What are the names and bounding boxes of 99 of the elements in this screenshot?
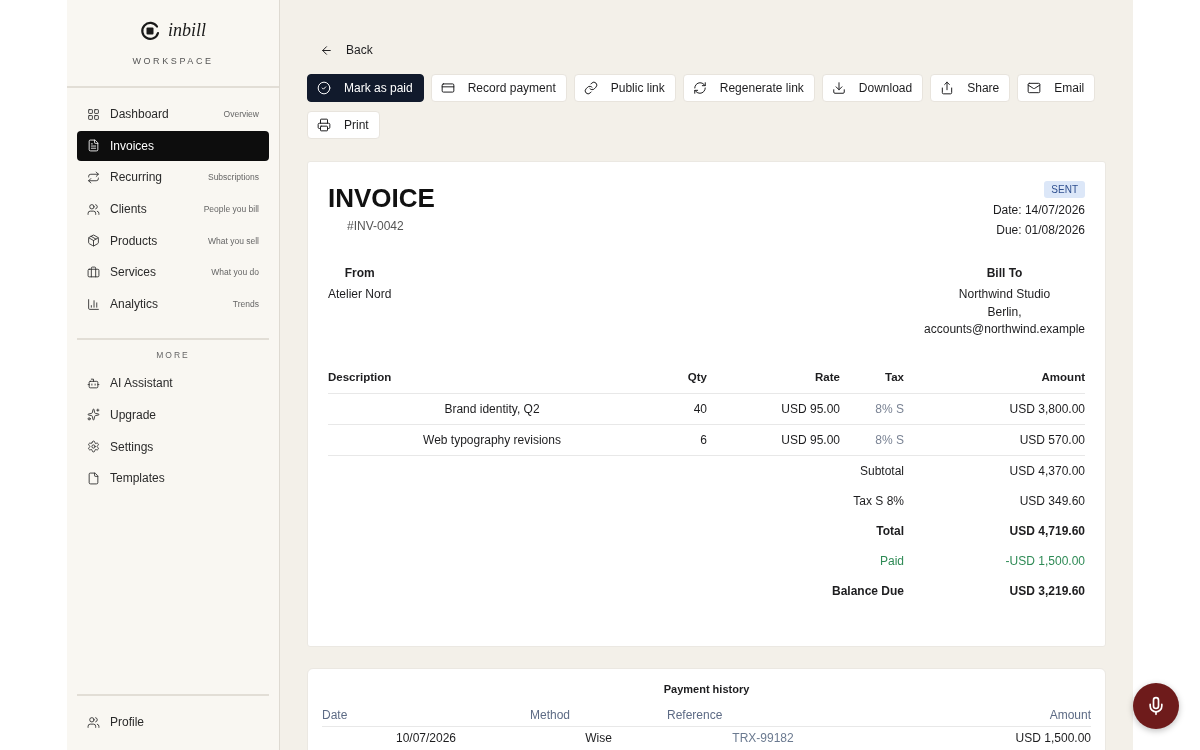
column-header: Description <box>328 361 656 394</box>
sidebar-item[interactable]: Settings <box>77 431 269 462</box>
invoice-date: Date: 14/07/2026 <box>992 203 1085 218</box>
party-heading: From <box>344 266 375 280</box>
nav-hint: What you sell <box>207 235 259 246</box>
action-button[interactable]: Mark as paid <box>307 74 424 102</box>
action-button[interactable]: Print <box>307 111 380 139</box>
sidebar-item[interactable]: Profile <box>77 707 269 737</box>
arrow-left-icon <box>320 43 333 57</box>
people-icon <box>87 202 100 216</box>
column-header: Reference <box>667 703 859 727</box>
sidebar-item[interactable]: Clients People you bill <box>77 194 269 225</box>
action-button[interactable]: Email <box>1017 74 1096 102</box>
due-date: Due: 01/08/2026 <box>996 223 1085 238</box>
summary-value: USD 3,219.60 <box>1008 582 1085 600</box>
sidebar-item[interactable]: Recurring Subscriptions <box>77 162 269 193</box>
summary-label: Paid <box>878 552 904 570</box>
briefcase-icon <box>87 265 100 279</box>
summary-value: USD 4,719.60 <box>1008 522 1085 540</box>
table-cell: USD 95.00 <box>707 393 840 425</box>
share-icon <box>940 81 955 95</box>
grid-icon <box>87 107 100 121</box>
invoice-number: #INV-0042 <box>347 219 405 233</box>
section-heading: MORE <box>155 350 191 361</box>
action-button[interactable]: Public link <box>573 74 676 102</box>
nav-hint: What you do <box>211 267 259 278</box>
column-header: Rate <box>707 361 840 394</box>
table-cell: Web typography revisions <box>328 424 656 456</box>
check-circle-icon <box>317 81 331 95</box>
sparkles-icon <box>87 408 100 422</box>
column-header: Qty <box>656 361 707 394</box>
action-button[interactable]: Download <box>821 74 924 102</box>
sidebar-item[interactable]: Invoices <box>77 130 269 161</box>
table-cell: 8% S <box>840 424 904 456</box>
sidebar-item[interactable]: Services What you do <box>77 257 269 288</box>
column-header: Amount <box>859 703 1091 727</box>
table-cell: USD 570.00 <box>904 424 1085 456</box>
table-cell: Brand identity, Q2 <box>328 393 656 425</box>
table-cell: 40 <box>656 393 707 425</box>
robot-icon <box>87 376 100 390</box>
box-icon <box>87 234 100 248</box>
people-icon <box>87 715 100 729</box>
action-button[interactable]: Regenerate link <box>682 74 815 102</box>
summary-label: Balance Due <box>830 582 904 600</box>
sidebar-item[interactable]: Analytics Trends <box>77 289 269 320</box>
printer-icon <box>317 118 331 132</box>
column-header: Date <box>322 703 530 727</box>
table-cell-text: TRX-99182 <box>731 729 795 747</box>
workspace-label: WORKSPACE <box>132 56 214 66</box>
nav-hint: Subscriptions <box>207 172 259 183</box>
summary-value: USD 4,370.00 <box>1008 462 1085 480</box>
sender-line: Atelier Nord <box>328 286 392 303</box>
mail-icon <box>1027 81 1042 95</box>
sidebar-item[interactable]: AI Assistant <box>77 368 269 399</box>
sidebar-item[interactable]: Products What you sell <box>77 225 269 256</box>
repeat-arrows-icon <box>87 170 100 184</box>
sidebar-item[interactable]: Upgrade <box>77 399 269 430</box>
section-title: Payment history <box>662 681 751 697</box>
recipient-line: Berlin, <box>987 303 1022 321</box>
summary-value: -USD 1,500.00 <box>1004 552 1085 570</box>
sidebar-item[interactable]: Dashboard Overview <box>77 99 269 129</box>
microphone-button[interactable] <box>1133 683 1179 729</box>
summary-label: Tax S 8% <box>852 492 904 510</box>
download-icon <box>831 81 846 95</box>
document-icon <box>87 139 100 153</box>
table-cell: USD 95.00 <box>707 424 840 456</box>
table-cell: 8% S <box>840 393 904 425</box>
party-heading: Bill To <box>986 266 1023 280</box>
status-badge: SENT <box>1044 181 1085 198</box>
table-cell-text: 10/07/2026 <box>394 729 458 747</box>
back-button[interactable]: Back <box>307 40 373 60</box>
summary-value: USD 349.60 <box>1018 492 1085 510</box>
table-cell: USD 3,800.00 <box>904 393 1085 425</box>
brand-name: inbill <box>168 20 206 41</box>
nav-hint: Overview <box>223 109 259 119</box>
file-icon <box>87 471 100 485</box>
action-button[interactable]: Record payment <box>430 74 567 102</box>
card-icon <box>440 81 455 95</box>
logo-icon <box>140 20 160 41</box>
action-button[interactable]: Share <box>930 74 1011 102</box>
recipient-line: accounts@northwind.example <box>924 321 1085 338</box>
link-icon <box>583 81 598 95</box>
microphone-icon <box>1146 696 1166 716</box>
table-cell-text: Wise <box>584 729 613 747</box>
column-header: Method <box>530 703 667 727</box>
invoice-title: INVOICE <box>328 185 435 211</box>
summary-label: Subtotal <box>858 462 904 480</box>
sidebar-item[interactable]: Templates <box>77 463 269 494</box>
nav-hint: People you bill <box>203 204 259 215</box>
recipient-line: Northwind Studio <box>958 286 1051 303</box>
bar-chart-icon <box>87 297 100 311</box>
column-header: Tax <box>840 361 904 394</box>
table-cell-text: USD 1,500.00 <box>1014 729 1091 747</box>
refresh-icon <box>692 81 707 95</box>
column-header: Amount <box>904 361 1085 394</box>
nav-hint: Trends <box>232 299 259 310</box>
summary-label: Total <box>875 522 904 540</box>
table-cell: 6 <box>656 424 707 456</box>
settings-icon <box>87 440 100 453</box>
